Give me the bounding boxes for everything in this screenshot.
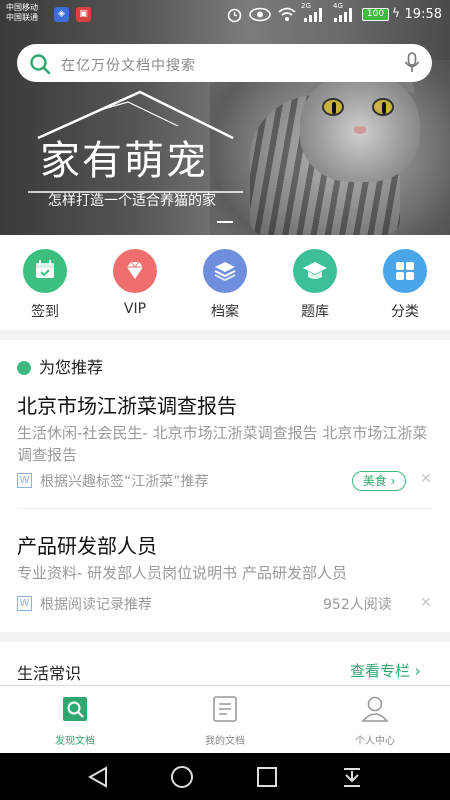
recommend-section: 为您推荐 北京市场江浙菜调查报告 生活休闲-社会民生- 北京市场江浙菜调查报告 … bbox=[0, 340, 450, 632]
carrier-labels: 中国移动 中国联通 bbox=[6, 3, 38, 23]
banner-page-indicator bbox=[217, 221, 233, 223]
quick-link-label: 分类 bbox=[391, 304, 419, 320]
recommend-reason: 根据兴趣标签“江浙菜”推荐 bbox=[40, 474, 209, 490]
notification-pull-down-icon[interactable] bbox=[340, 765, 364, 789]
signal-icon bbox=[304, 8, 322, 22]
wifi-icon bbox=[278, 7, 296, 21]
quick-link-question-bank[interactable]: 题库 bbox=[280, 249, 350, 321]
recent-apps-icon[interactable] bbox=[256, 766, 278, 788]
banner-subtitle: 怎样打造一个适合养猫的家 bbox=[48, 193, 216, 209]
banner-title: 家有萌宠 bbox=[40, 138, 208, 184]
quick-link-label: 档案 bbox=[211, 304, 239, 320]
shield-icon: ◈ bbox=[54, 7, 69, 22]
dismiss-icon[interactable]: ✕ bbox=[420, 471, 432, 487]
status-bar: 中国移动 中国联通 ◈ ▣ 2G 4G 100 ϟ 19:58 bbox=[0, 0, 450, 30]
document-list-icon bbox=[213, 696, 237, 722]
microphone-icon[interactable] bbox=[404, 52, 420, 74]
search-input[interactable]: 在亿万份文档中搜索 bbox=[61, 55, 196, 75]
article-description[interactable]: 生活休闲-社会民生- 北京市场江浙菜调查报告 北京市场江浙菜调查报告 bbox=[17, 422, 432, 466]
nav-tab-my-documents[interactable]: 我的文档 bbox=[170, 696, 280, 747]
recommend-heading-label: 为您推荐 bbox=[39, 358, 104, 377]
search-icon bbox=[30, 54, 51, 75]
carrier-1: 中国移动 bbox=[6, 3, 38, 12]
recommend-reason: 根据阅读记录推荐 bbox=[40, 597, 152, 613]
nav-tab-label: 发现文档 bbox=[55, 736, 95, 747]
quick-link-checkin[interactable]: 签到 bbox=[10, 249, 80, 321]
divider bbox=[17, 508, 432, 509]
recommend-heading: 为您推荐 bbox=[17, 354, 103, 378]
interest-tag-button[interactable]: 美食 › bbox=[352, 471, 406, 491]
graduation-cap-icon bbox=[293, 249, 337, 293]
system-navigation-bar bbox=[0, 753, 450, 800]
home-icon[interactable] bbox=[170, 765, 194, 789]
back-icon[interactable] bbox=[86, 765, 110, 789]
dismiss-icon[interactable]: ✕ bbox=[420, 595, 432, 611]
quick-link-label: 题库 bbox=[301, 304, 329, 320]
life-tips-section: 生活常识 查看专栏 › bbox=[0, 642, 450, 688]
signal-icon bbox=[334, 8, 352, 22]
cat-eye bbox=[372, 98, 394, 116]
view-column-link[interactable]: 查看专栏 › bbox=[350, 660, 421, 681]
read-count: 952人阅读 bbox=[323, 597, 392, 613]
alarm-icon bbox=[227, 8, 242, 23]
cat-eye bbox=[322, 98, 344, 116]
article-title[interactable]: 产品研发部人员 bbox=[17, 530, 157, 559]
nav-tab-profile[interactable]: 个人中心 bbox=[320, 696, 430, 747]
cat-nose bbox=[354, 126, 366, 134]
quick-link-vip[interactable]: VIP bbox=[100, 249, 170, 317]
app-notification-icon: ▣ bbox=[76, 7, 91, 22]
nav-tab-label: 我的文档 bbox=[205, 736, 245, 747]
carrier-2: 中国联通 bbox=[6, 13, 38, 22]
article-title[interactable]: 北京市场江浙菜调查报告 bbox=[17, 390, 237, 419]
nav-tab-discover[interactable]: 发现文档 bbox=[20, 696, 130, 747]
article-description[interactable]: 专业资料- 研发部人员岗位说明书 产品研发部人员 bbox=[17, 562, 432, 584]
hero-banner[interactable]: 家有萌宠 怎样打造一个适合养猫的家 bbox=[0, 0, 450, 235]
grid-icon bbox=[383, 249, 427, 293]
bottom-navigation: 发现文档 我的文档 个人中心 bbox=[0, 685, 450, 753]
user-icon bbox=[361, 696, 389, 722]
diamond-icon bbox=[113, 249, 157, 293]
quick-link-categories[interactable]: 分类 bbox=[370, 249, 440, 321]
quick-link-label: VIP bbox=[123, 301, 147, 317]
search-bar[interactable]: 在亿万份文档中搜索 bbox=[17, 44, 432, 82]
eye-icon bbox=[249, 7, 271, 22]
battery-icon: 100 bbox=[362, 8, 389, 21]
quick-links: 签到 VIP 档案 题库 分类 bbox=[0, 235, 450, 330]
heart-icon bbox=[17, 361, 31, 375]
calendar-icon bbox=[23, 249, 67, 293]
status-time: 19:58 bbox=[404, 7, 442, 22]
battery-level: 100 bbox=[366, 9, 385, 19]
discover-document-icon bbox=[63, 697, 87, 721]
quick-link-archive[interactable]: 档案 bbox=[190, 249, 260, 321]
nav-tab-label: 个人中心 bbox=[355, 736, 395, 747]
section-title: 生活常识 bbox=[17, 664, 82, 683]
charging-icon: ϟ bbox=[392, 6, 400, 20]
quick-link-label: 签到 bbox=[31, 304, 59, 320]
layers-icon bbox=[203, 249, 247, 293]
document-icon: W bbox=[17, 473, 32, 488]
document-icon: W bbox=[17, 596, 32, 611]
